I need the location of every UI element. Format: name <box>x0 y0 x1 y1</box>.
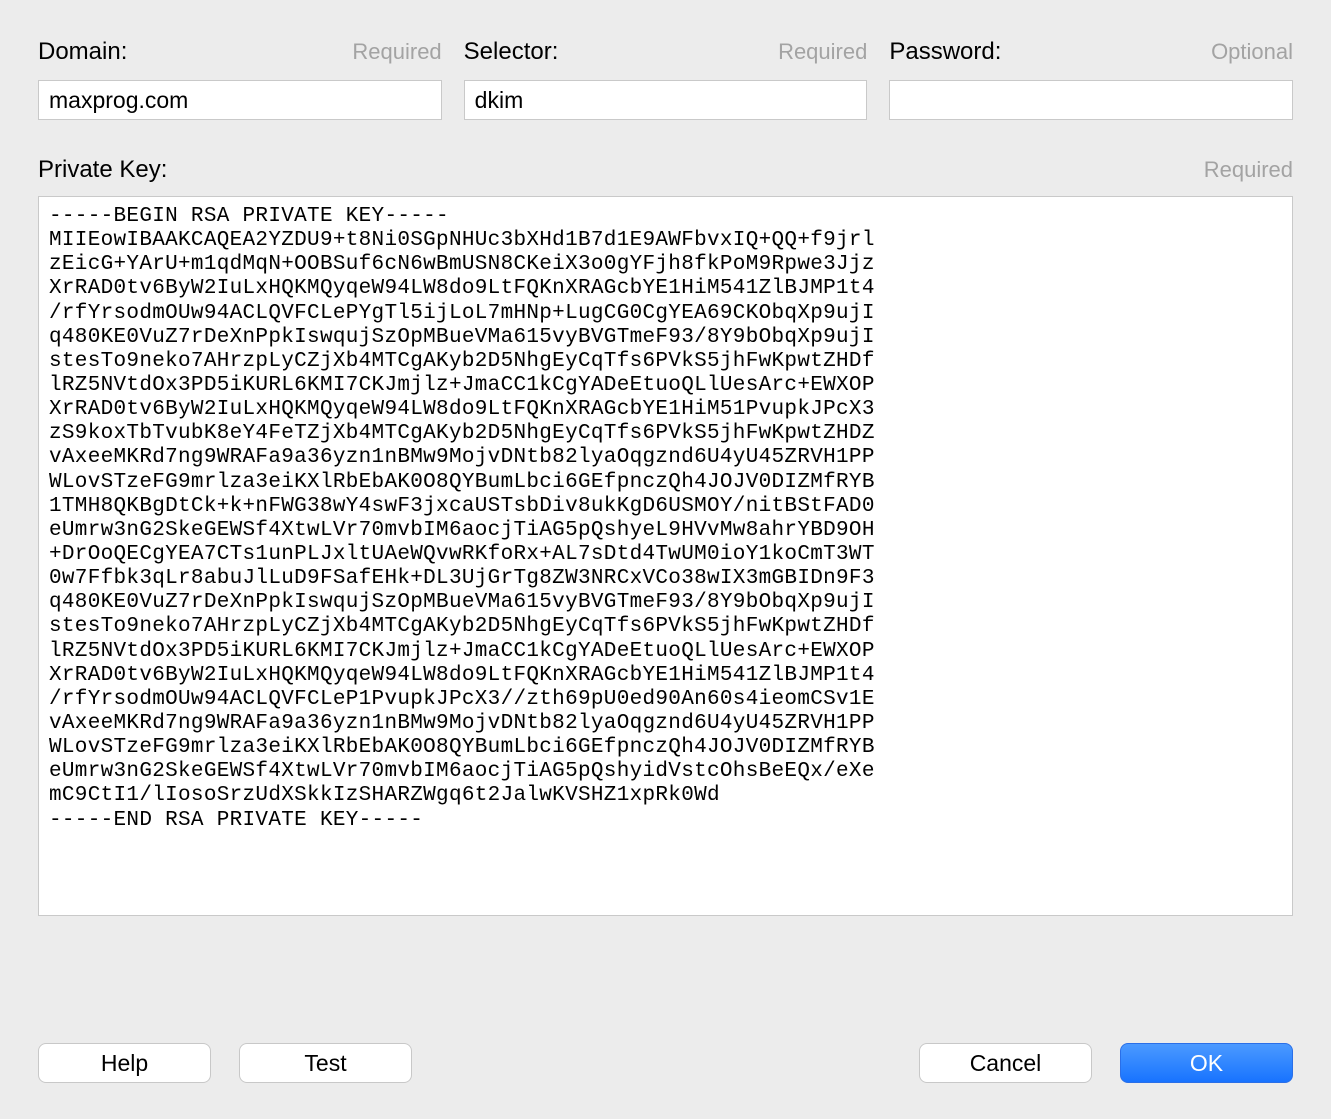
private-key-label: Private Key: <box>38 156 167 184</box>
selector-header: Selector: Required <box>464 38 868 66</box>
private-key-header: Private Key: Required <box>38 156 1293 184</box>
domain-header: Domain: Required <box>38 38 442 66</box>
test-button[interactable]: Test <box>239 1043 412 1083</box>
cancel-button[interactable]: Cancel <box>919 1043 1092 1083</box>
dkim-dialog: Domain: Required Selector: Required Pass… <box>0 0 1331 1119</box>
password-field-group: Password: Optional <box>889 38 1293 120</box>
private-key-textarea[interactable] <box>38 196 1293 916</box>
ok-button[interactable]: OK <box>1120 1043 1293 1083</box>
domain-label: Domain: <box>38 38 127 66</box>
private-key-hint: Required <box>1204 157 1293 183</box>
domain-field-group: Domain: Required <box>38 38 442 120</box>
private-key-section: Private Key: Required <box>38 156 1293 1013</box>
password-label: Password: <box>889 38 1001 66</box>
button-group-left: Help Test <box>38 1043 412 1083</box>
top-fields-row: Domain: Required Selector: Required Pass… <box>38 38 1293 120</box>
selector-hint: Required <box>778 39 867 65</box>
password-input[interactable] <box>889 80 1293 120</box>
selector-input[interactable] <box>464 80 868 120</box>
help-button[interactable]: Help <box>38 1043 211 1083</box>
domain-input[interactable] <box>38 80 442 120</box>
domain-hint: Required <box>352 39 441 65</box>
button-row: Help Test Cancel OK <box>38 1013 1293 1119</box>
selector-field-group: Selector: Required <box>464 38 868 120</box>
selector-label: Selector: <box>464 38 559 66</box>
button-group-right: Cancel OK <box>919 1043 1293 1083</box>
password-header: Password: Optional <box>889 38 1293 66</box>
password-hint: Optional <box>1211 39 1293 65</box>
